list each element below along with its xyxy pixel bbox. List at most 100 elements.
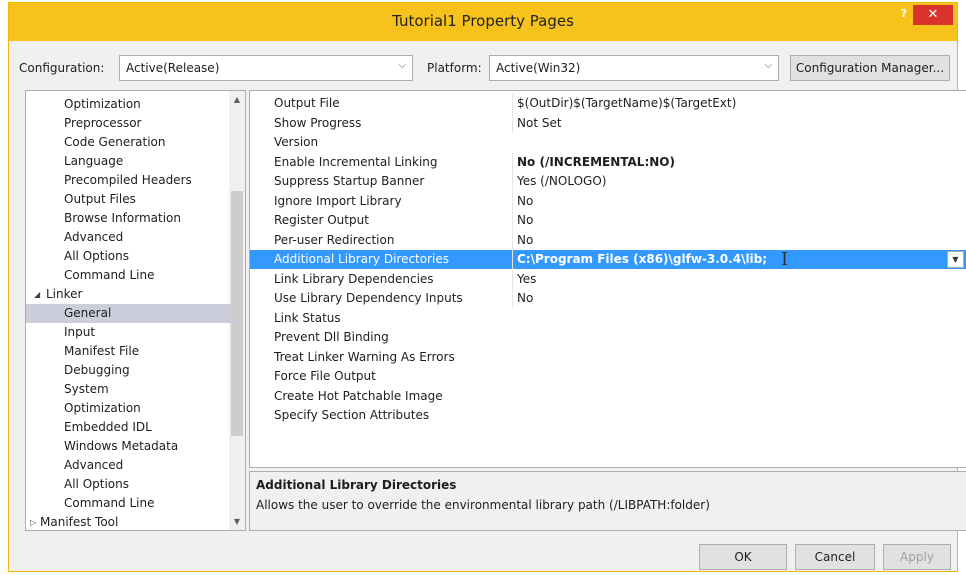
scroll-up-icon[interactable]: ▲	[229, 95, 245, 104]
configuration-label: Configuration:	[19, 61, 105, 75]
tree-item[interactable]: Browse Information	[26, 209, 231, 228]
tree-item[interactable]: Precompiled Headers	[26, 171, 231, 190]
property-row[interactable]: Link Library Dependencies Yes	[250, 269, 966, 289]
property-value[interactable]: No	[512, 230, 966, 250]
tree-item[interactable]: Debugging	[26, 361, 231, 380]
property-name: Version	[274, 135, 319, 149]
tree-item[interactable]: Advanced	[26, 456, 231, 475]
tree-item[interactable]: Embedded IDL	[26, 418, 231, 437]
tree-item-label: Advanced	[64, 458, 124, 472]
help-button[interactable]: ?	[895, 7, 913, 23]
property-name: Show Progress	[274, 115, 362, 130]
tree-item[interactable]: System	[26, 380, 231, 399]
property-grid[interactable]: Output File $(OutDir)$(TargetName)$(Targe…	[249, 90, 966, 468]
tree-item[interactable]: Windows Metadata	[26, 437, 231, 456]
tree-item-label: Advanced	[64, 230, 124, 244]
tree-item-label: Language	[64, 154, 124, 168]
property-name: Suppress Startup Banner	[274, 174, 425, 188]
property-row[interactable]: Per-user Redirection No	[250, 230, 966, 250]
description-panel: Additional Library Directories Allows th…	[249, 471, 966, 531]
property-value[interactable]: No	[512, 191, 966, 211]
property-row[interactable]: Create Hot Patchable Image	[250, 387, 966, 406]
chevron-down-icon: ⌵	[398, 60, 406, 71]
property-row[interactable]: Specify Section Attributes	[250, 406, 966, 425]
property-value[interactable]: Yes (/NOLOGO)	[512, 172, 966, 191]
tree-item-label: Embedded IDL	[64, 420, 152, 434]
cancel-button[interactable]: Cancel	[795, 544, 875, 570]
scrollbar-thumb[interactable]	[231, 191, 243, 436]
property-row[interactable]: Prevent Dll Binding	[250, 328, 966, 347]
expanded-arrow-icon[interactable]: ◢	[34, 285, 40, 304]
property-value[interactable]: No	[512, 289, 966, 308]
tree-item[interactable]: General	[26, 304, 231, 323]
scroll-down-icon[interactable]: ▼	[229, 517, 245, 526]
property-pages-window: Tutorial1 Property Pages ? ✕ Configurati…	[8, 2, 966, 572]
tree-item-label: Manifest File	[64, 344, 140, 358]
property-row[interactable]: Additional Library Directories C:\Program…	[250, 250, 966, 269]
close-button[interactable]: ✕	[913, 5, 953, 25]
chevron-down-icon: ⌵	[764, 60, 772, 71]
property-name: Prevent Dll Binding	[274, 330, 389, 344]
tree-item[interactable]: All Options	[26, 247, 231, 266]
tree-item[interactable]: All Options	[26, 475, 231, 494]
tree-item-label: Optimization	[64, 97, 141, 111]
property-row[interactable]: Force File Output	[250, 367, 966, 386]
property-name: Output File	[274, 96, 340, 110]
ok-button[interactable]: OK	[699, 544, 787, 570]
collapsed-arrow-icon[interactable]: ▷	[30, 513, 36, 530]
tree-item-label: Command Line	[64, 496, 155, 510]
tree-item[interactable]: Language	[26, 152, 231, 171]
property-name: Ignore Import Library	[274, 193, 402, 208]
tree-node-linker[interactable]: ◢ Linker	[26, 285, 231, 304]
property-value[interactable]: Not Set	[512, 113, 966, 133]
property-row[interactable]: Register Output No	[250, 211, 966, 230]
property-row[interactable]: Link Status	[250, 309, 966, 328]
tree-item[interactable]: Command Line	[26, 266, 231, 285]
property-name: Specify Section Attributes	[274, 408, 430, 422]
property-value[interactable]: C:\Program Files (x86)\glfw-3.0.4\lib;	[512, 250, 942, 269]
tree-item-label: Manifest Tool	[40, 515, 119, 529]
apply-button[interactable]: Apply	[883, 544, 951, 570]
property-value[interactable]: No	[512, 211, 966, 230]
tree-item[interactable]: Optimization	[26, 95, 231, 114]
tree-item-label: Browse Information	[64, 211, 181, 225]
property-value[interactable]: Yes	[512, 269, 966, 289]
tree-item-label: Precompiled Headers	[64, 173, 192, 187]
configuration-row: Configuration: Active(Release) ⌵ Platfor…	[9, 53, 957, 83]
window-title: Tutorial1 Property Pages	[392, 12, 574, 30]
tree-item[interactable]: Advanced	[26, 228, 231, 247]
configuration-manager-button[interactable]: Configuration Manager...	[790, 55, 950, 81]
property-name: Force File Output	[274, 369, 376, 383]
platform-label: Platform:	[427, 61, 482, 75]
tree-item[interactable]: Input	[26, 323, 231, 342]
property-tree[interactable]: ▲ ▼ Optimization Preprocessor Code Generat…	[25, 90, 246, 531]
tree-item[interactable]: Code Generation	[26, 133, 231, 152]
property-row[interactable]: Show Progress Not Set	[250, 113, 966, 133]
configuration-dropdown[interactable]: Active(Release) ⌵	[119, 55, 413, 81]
chevron-down-icon[interactable]: ▼	[947, 251, 964, 268]
property-row[interactable]: Output File $(OutDir)$(TargetName)$(Targe…	[250, 94, 966, 113]
tree-item[interactable]: Command Line	[26, 494, 231, 513]
property-name: Link Status	[274, 310, 341, 325]
property-value[interactable]: $(OutDir)$(TargetName)$(TargetExt)	[512, 94, 966, 113]
property-row[interactable]: Suppress Startup Banner Yes (/NOLOGO)	[250, 172, 966, 191]
tree-item-label: Input	[64, 325, 96, 339]
property-row[interactable]: Treat Linker Warning As Errors	[250, 348, 966, 367]
property-value[interactable]: No (/INCREMENTAL:NO)	[512, 152, 966, 172]
tree-item[interactable]: Preprocessor	[26, 114, 231, 133]
property-row[interactable]: Use Library Dependency Inputs No	[250, 289, 966, 308]
title-bar[interactable]: Tutorial1 Property Pages ? ✕	[9, 3, 957, 41]
property-name: Per-user Redirection	[274, 232, 395, 247]
platform-dropdown[interactable]: Active(Win32) ⌵	[489, 55, 779, 81]
property-name: Additional Library Directories	[274, 252, 450, 266]
property-row[interactable]: Version	[250, 133, 966, 152]
property-row[interactable]: Enable Incremental Linking No (/INCREMENT…	[250, 152, 966, 172]
tree-item-label: Linker	[46, 287, 83, 301]
text-cursor-icon: I	[781, 249, 789, 270]
tree-scrollbar[interactable]: ▲ ▼	[229, 91, 245, 530]
tree-item[interactable]: Optimization	[26, 399, 231, 418]
tree-node-manifest-tool[interactable]: ▷ Manifest Tool	[26, 513, 231, 530]
tree-item[interactable]: Manifest File	[26, 342, 231, 361]
property-row[interactable]: Ignore Import Library No	[250, 191, 966, 211]
tree-item[interactable]: Output Files	[26, 190, 231, 209]
